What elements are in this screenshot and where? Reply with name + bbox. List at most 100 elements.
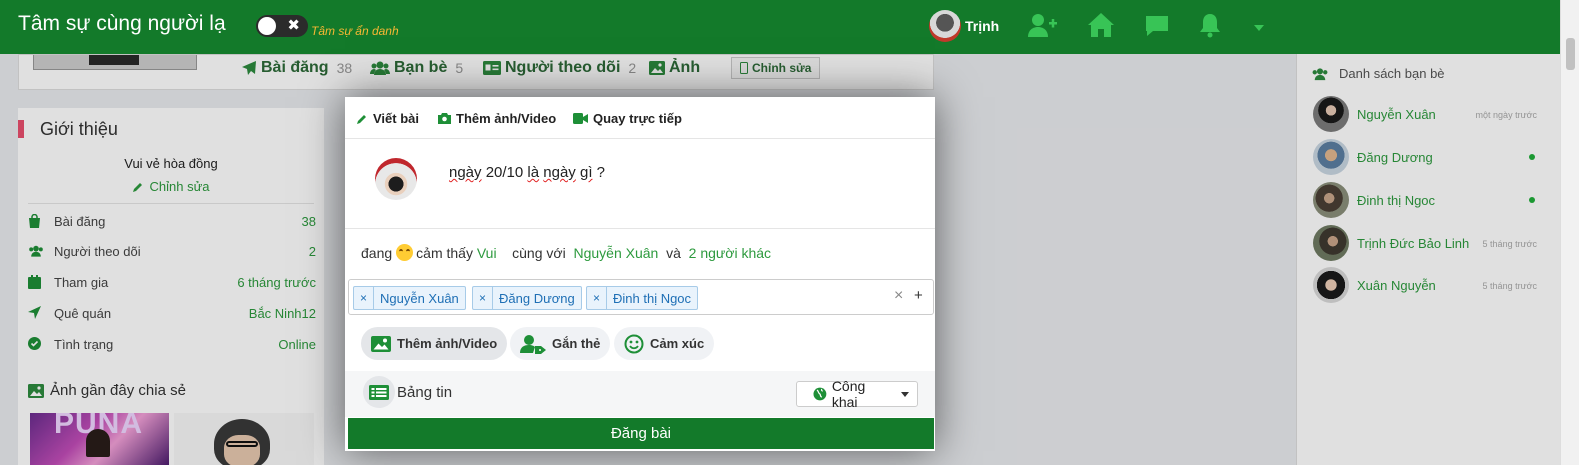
feeling-prefix: đang — [361, 244, 393, 261]
friend-name: Trịnh Đức Bảo Linh — [1357, 236, 1470, 251]
tag-label: Đinh thị Ngoc — [613, 290, 692, 306]
intro-title: Giới thiệu — [40, 119, 118, 139]
tag-remove-icon[interactable]: × — [473, 287, 493, 309]
tab-add-media[interactable]: Thêm ảnh/Video — [438, 111, 556, 126]
tab-followers[interactable]: Người theo dõi 2 — [483, 59, 636, 77]
stat-label: Quê quán — [54, 306, 112, 321]
edit-profile-button[interactable]: Chỉnh sửa — [731, 57, 821, 79]
recent-photos-title: Ảnh gần đây chia sẻ — [50, 382, 186, 399]
pencil-icon — [133, 182, 143, 192]
stat-status: Tình trạng Online — [28, 335, 316, 355]
newsfeed-icon-wrap — [363, 376, 395, 408]
user-name[interactable]: Trịnh — [965, 18, 999, 34]
tab-friends-label: Bạn bè — [394, 59, 448, 76]
stat-hometown: Quê quán Bắc Ninh12 — [28, 304, 316, 324]
tab-live-video[interactable]: Quay trực tiếp — [573, 111, 682, 126]
anonymous-toggle[interactable]: ✖ — [256, 15, 308, 37]
tagged-others-link[interactable]: 2 người khác — [689, 245, 771, 261]
tag-chip: × Đăng Dương — [472, 286, 582, 310]
post-text-word: là — [527, 164, 540, 181]
brand-title[interactable]: Tâm sự cùng người lạ — [18, 12, 226, 36]
post-text-input[interactable]: ngày 20/10 là ngày gì ? — [449, 164, 605, 181]
clear-tags-icon[interactable]: × — [894, 287, 903, 305]
add-media-button[interactable]: Thêm ảnh/Video — [361, 327, 508, 360]
composer-tabs: Viết bài Thêm ảnh/Video Quay trực tiếp — [345, 97, 935, 139]
toggle-knob — [258, 17, 276, 35]
friend-item[interactable]: Đăng Dương — [1313, 139, 1555, 177]
friend-name: Xuân Nguyễn — [1357, 278, 1436, 293]
friend-avatar — [1313, 182, 1349, 218]
audience-label: Bảng tin — [397, 384, 453, 401]
tab-followers-count: 2 — [628, 60, 637, 76]
friend-item[interactable]: Nguyễn Xuân một ngày trước — [1313, 96, 1555, 134]
privacy-dropdown[interactable]: Công khai — [796, 378, 918, 410]
tab-photos-label: Ảnh — [669, 59, 701, 76]
tab-posts-count: 38 — [336, 60, 353, 76]
friend-item[interactable]: Trịnh Đức Bảo Linh 5 tháng trước — [1313, 225, 1555, 263]
submit-post-button[interactable]: Đăng bài — [348, 418, 934, 449]
tag-remove-icon[interactable]: × — [354, 287, 374, 309]
tab-friends[interactable]: Bạn bè 5 — [370, 59, 463, 77]
globe-icon — [813, 387, 827, 401]
friend-avatar — [1313, 267, 1349, 303]
user-avatar[interactable] — [929, 10, 961, 42]
intro-edit-link[interactable]: Chỉnh sửa — [18, 179, 324, 194]
tab-posts[interactable]: Bài đăng 38 — [241, 59, 352, 77]
tab-write-post-label: Viết bài — [373, 111, 420, 126]
smile-icon — [624, 334, 644, 353]
tab-write-post[interactable]: Viết bài — [356, 111, 419, 126]
newsfeed-icon — [369, 384, 389, 400]
bell-icon[interactable] — [1199, 12, 1221, 38]
page-scrollbar[interactable] — [1560, 0, 1579, 465]
tag-label: Nguyễn Xuân — [380, 290, 459, 306]
composer-footer: Bảng tin Công khai — [345, 371, 935, 417]
add-tag-icon[interactable]: + — [914, 287, 923, 304]
chevron-down-icon[interactable] — [1253, 24, 1265, 32]
tag-people-button[interactable]: Gắn thẻ — [510, 327, 611, 360]
friend-last-seen: 5 tháng trước — [1482, 239, 1537, 249]
intro-bio: Vui vẻ hòa đồng — [124, 156, 218, 171]
message-icon[interactable] — [1144, 14, 1170, 38]
users-icon — [29, 245, 43, 257]
stat-joined: Tham gia 6 tháng trước — [28, 273, 316, 293]
add-friend-icon[interactable] — [1027, 12, 1057, 38]
feeling-button-label: Cảm xúc — [650, 336, 705, 351]
stat-value: 6 tháng trước — [237, 275, 316, 290]
intro-edit-label: Chỉnh sửa — [149, 179, 210, 194]
tab-posts-label: Bài đăng — [261, 59, 329, 76]
recent-photo[interactable]: PUNA — [30, 413, 169, 465]
check-circle-icon — [28, 337, 41, 350]
post-text-word: gì — [579, 164, 593, 181]
tag-chip: × Đinh thị Ngoc — [586, 286, 699, 310]
anonymous-label: Tâm sự ẩn danh — [311, 24, 399, 38]
tab-add-media-label: Thêm ảnh/Video — [456, 111, 557, 126]
image-icon — [371, 335, 391, 352]
paper-plane-icon — [242, 61, 256, 75]
friend-item[interactable]: Đinh thị Ngoc — [1313, 182, 1555, 220]
tag-people-label: Gắn thẻ — [552, 336, 601, 351]
image-icon — [649, 61, 665, 75]
online-indicator — [1529, 197, 1535, 203]
friend-avatar — [1313, 96, 1349, 132]
friend-item[interactable]: Xuân Nguyễn 5 tháng trước — [1313, 267, 1555, 305]
friend-name: Đinh thị Ngoc — [1357, 193, 1436, 208]
online-indicator — [1529, 154, 1535, 160]
tagged-friend-link[interactable]: Nguyễn Xuân — [573, 245, 658, 261]
stat-label: Bài đăng — [54, 214, 106, 229]
stat-value: Bắc Ninh12 — [248, 306, 316, 321]
tag-friends-input[interactable]: × Nguyễn Xuân × Đăng Dương × Đinh thị Ng… — [348, 279, 934, 315]
scrollbar-thumb[interactable] — [1566, 38, 1575, 70]
tag-remove-icon[interactable]: × — [587, 287, 607, 309]
users-icon — [370, 61, 390, 75]
feeling-value[interactable]: Vui — [477, 245, 497, 261]
tab-photos[interactable]: Ảnh — [649, 59, 700, 77]
divider — [345, 228, 935, 229]
post-text-word: ngày — [449, 164, 482, 181]
intro-panel: Giới thiệu Vui vẻ hòa đồng Chỉnh sửa Bài… — [18, 108, 324, 465]
feeling-button[interactable]: Cảm xúc — [614, 327, 715, 360]
recent-photo[interactable] — [174, 413, 314, 465]
home-icon[interactable] — [1087, 12, 1115, 38]
toggle-off-icon: ✖ — [287, 17, 300, 34]
edit-profile-label: Chỉnh sửa — [752, 61, 812, 75]
mobile-icon — [740, 62, 748, 74]
